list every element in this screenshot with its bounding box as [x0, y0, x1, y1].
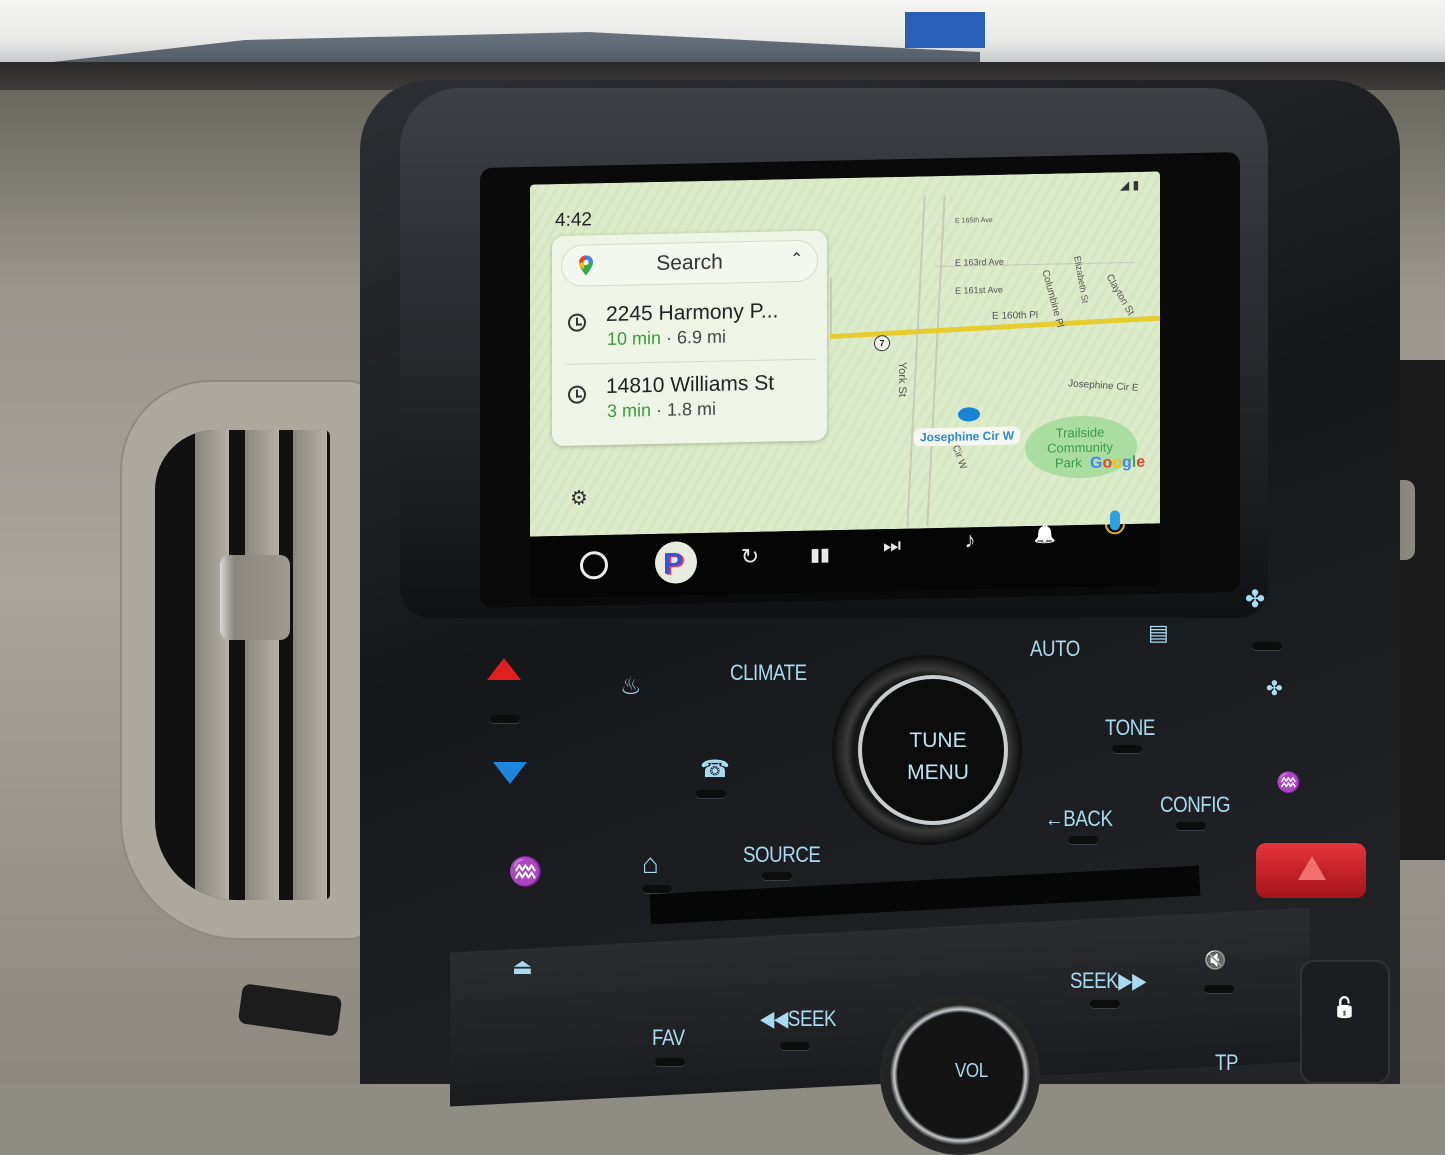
climate-button[interactable]: CLIMATE — [730, 660, 807, 686]
bell-icon[interactable]: 🔔 — [1025, 523, 1065, 545]
fan-icon[interactable]: ✤ — [1245, 585, 1265, 614]
recent-destination[interactable]: 2245 Harmony P... 10 min · 6.9 mi — [552, 290, 827, 366]
front-defrost-icon[interactable]: ♨ — [620, 672, 642, 701]
replay-icon[interactable]: ↻ — [730, 544, 770, 571]
config-button[interactable]: CONFIG — [1160, 792, 1231, 818]
phone-button[interactable] — [696, 790, 726, 798]
road — [830, 278, 832, 339]
destination-distance: 1.8 mi — [667, 398, 717, 420]
back-slot[interactable] — [1068, 836, 1098, 844]
destination-meta: 10 min · 6.9 mi — [607, 326, 726, 349]
map-view[interactable]: 7 E 165th Ave E 163rd Ave E 161st Ave E … — [530, 171, 1160, 537]
pause-icon[interactable]: ▮▮ — [800, 544, 840, 566]
config-slot[interactable] — [1176, 822, 1206, 830]
temperature-up-icon[interactable] — [487, 658, 521, 680]
tune-menu-label: TUNE MENU — [893, 725, 983, 789]
auto-button[interactable]: AUTO — [1030, 636, 1080, 662]
left-air-vent — [155, 430, 330, 900]
gear-icon[interactable]: ⚙ — [570, 485, 588, 510]
destination-distance: 6.9 mi — [677, 326, 727, 348]
street-label: E 160th Pl — [992, 309, 1039, 322]
pandora-logo: P — [663, 547, 684, 581]
street-label: Josephine Cir E — [1067, 378, 1139, 394]
road-york-st — [906, 196, 926, 527]
status-time: 4:42 — [555, 209, 592, 232]
android-auto-screen: 7 E 165th Ave E 163rd Ave E 161st Ave E … — [530, 171, 1160, 599]
selected-street-label[interactable]: Josephine Cir W — [914, 426, 1021, 447]
search-label: Search — [656, 250, 723, 275]
tp-button[interactable]: TP — [1215, 1050, 1238, 1076]
destination-eta: 10 min — [607, 327, 662, 349]
temperature-button[interactable] — [490, 715, 520, 723]
home-icon[interactable]: ⌂ — [642, 848, 659, 880]
seek-back-slot[interactable] — [780, 1042, 810, 1050]
hazard-icon — [1298, 856, 1326, 880]
destination-meta: 3 min · 1.8 mi — [607, 399, 716, 422]
highway-shield: 7 — [874, 335, 890, 352]
tone-slot[interactable] — [1112, 745, 1142, 753]
door-lock-button[interactable] — [1300, 960, 1390, 1084]
street-label: Columbine Pl — [1039, 268, 1066, 329]
street-label: E 165th Ave — [955, 216, 993, 225]
search-card: Search ⌃ 2245 Harmony P... 10 min · 6.9 … — [552, 230, 827, 447]
seek-forward-slot[interactable] — [1090, 1000, 1120, 1008]
source-slot[interactable] — [762, 872, 792, 880]
seek-forward-button[interactable]: SEEK▶▶ — [1070, 968, 1147, 994]
left-vent-adjuster[interactable] — [220, 555, 290, 640]
chevron-up-icon[interactable]: ⌃ — [790, 249, 803, 269]
recent-destination[interactable]: 14810 Williams St 3 min · 1.8 mi — [552, 362, 827, 438]
eject-icon[interactable]: ⏏ — [512, 954, 533, 980]
destination-eta: 3 min — [607, 400, 652, 421]
tone-button[interactable]: TONE — [1105, 715, 1155, 741]
home-slot[interactable] — [642, 885, 672, 893]
music-note-icon[interactable]: ♪ — [950, 527, 990, 554]
destination-name: 14810 Williams St — [606, 371, 775, 399]
fav-button[interactable]: FAV — [652, 1025, 685, 1051]
destination-name: 2245 Harmony P... — [606, 299, 779, 327]
tune-label: TUNE — [909, 729, 967, 752]
mute-icon[interactable]: 🔇 — [1204, 950, 1226, 971]
temperature-down-icon[interactable] — [493, 762, 527, 784]
mute-slot[interactable] — [1204, 985, 1234, 993]
fan-button[interactable] — [1252, 642, 1282, 650]
road-york-st-2 — [926, 196, 946, 527]
background-object — [905, 12, 985, 48]
status-icons: ◢ ▮ — [1120, 178, 1139, 192]
skip-next-icon[interactable]: ⏭ — [872, 535, 912, 559]
meta-separator: · — [651, 399, 668, 421]
rear-defrost-icon[interactable]: ▤ — [1148, 620, 1169, 646]
unlock-icon: 🔓 — [1332, 997, 1357, 1019]
heated-seat-icon[interactable]: ♒ — [1276, 770, 1301, 795]
android-auto-nav-bar — [530, 523, 1160, 599]
google-attribution: Google — [1090, 453, 1146, 472]
street-label: E 161st Ave — [955, 284, 1003, 296]
clock-icon — [568, 313, 586, 332]
source-button[interactable]: SOURCE — [743, 842, 821, 868]
menu-label: MENU — [907, 761, 969, 784]
fav-slot[interactable] — [655, 1058, 685, 1066]
meta-separator: · — [661, 327, 678, 348]
battery-icon: ▮ — [1132, 177, 1140, 192]
search-bar[interactable]: Search ⌃ — [562, 240, 817, 286]
seek-back-button[interactable]: ◀◀SEEK — [760, 1006, 837, 1032]
phone-icon[interactable]: ☎ — [700, 755, 730, 784]
clock-icon — [568, 385, 586, 404]
fan-icon[interactable]: ✤ — [1266, 676, 1283, 701]
street-label: York St — [896, 361, 908, 397]
street-label: Cir W — [949, 443, 969, 471]
street-label: E 163rd Ave — [955, 256, 1004, 268]
signal-icon: ◢ — [1120, 178, 1130, 193]
place-marker[interactable] — [958, 407, 980, 422]
heated-seat-icon[interactable]: ♒ — [508, 855, 543, 888]
street-label: Clayton St — [1103, 272, 1137, 318]
volume-label: VOL — [955, 1060, 988, 1082]
back-button[interactable]: ←BACK — [1045, 806, 1113, 832]
